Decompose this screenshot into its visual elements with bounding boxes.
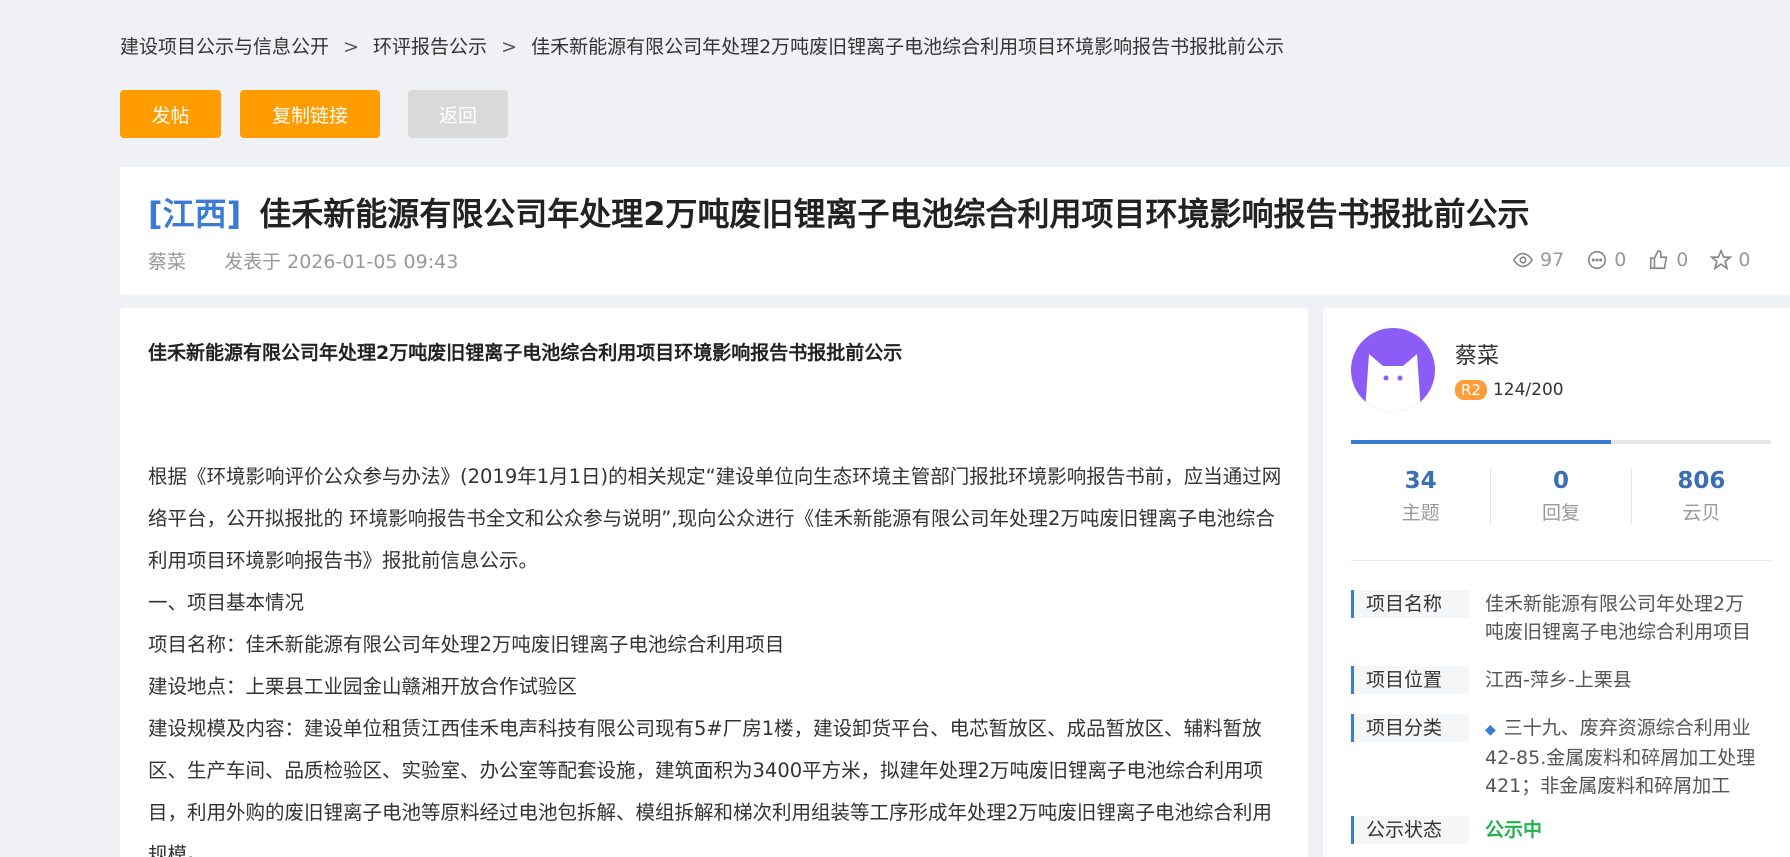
count-number: 0 (1552, 468, 1569, 494)
info-value: ◆ 三十九、废弃资源综合利用业42-85.金属废料和碎屑加工处理421；非金属废料… (1469, 714, 1759, 798)
status-value: 公示中 (1485, 819, 1543, 841)
info-label: 项目位置 (1351, 666, 1469, 694)
count-label: 主题 (1401, 502, 1440, 524)
post-title: [江西] 佳禾新能源有限公司年处理2万吨废旧锂离子电池综合利用项目环境影响报告书报… (148, 189, 1530, 235)
info-row-status: 公示状态 公示中 (1351, 816, 1790, 844)
favorites-stat[interactable]: 0 (1710, 249, 1750, 271)
info-label: 项目分类 (1351, 714, 1469, 742)
author-name[interactable]: 蔡菜 (148, 251, 186, 273)
author-sidebar: 蔡菜 R2 124/200 34 主题 0 回复 806 云贝 项目名称 佳禾新… (1323, 308, 1790, 857)
comments-stat[interactable]: 0 (1586, 249, 1626, 271)
level-progress-fill (1351, 440, 1612, 444)
user-level: R2 124/200 (1455, 380, 1564, 400)
breadcrumb-item-public-info[interactable]: 建设项目公示与信息公开 (120, 36, 329, 58)
info-row-project-name: 项目名称 佳禾新能源有限公司年处理2万吨废旧锂离子电池综合利用项目 (1351, 590, 1790, 646)
count-replies[interactable]: 0 回复 (1491, 468, 1632, 525)
comment-icon (1588, 250, 1607, 270)
post-title-text: 佳禾新能源有限公司年处理2万吨废旧锂离子电池综合利用项目环境影响报告书报批前公示 (259, 195, 1530, 233)
user-counts: 34 主题 0 回复 806 云贝 (1351, 468, 1771, 525)
article-content: 佳禾新能源有限公司年处理2万吨废旧锂离子电池综合利用项目环境影响报告书报批前公示… (120, 308, 1308, 857)
article-paragraph: 根据《环境影响评价公众参与办法》(2019年1月1日)的相关规定“建设单位向生态… (148, 465, 1282, 572)
info-label: 公示状态 (1351, 816, 1469, 844)
eye-icon (1512, 252, 1534, 268)
post-meta: 蔡菜 发表于 2026-01-05 09:43 (148, 247, 458, 274)
category-text: 三十九、废弃资源综合利用业42-85.金属废料和碎屑加工处理421；非金属废料和… (1485, 717, 1756, 797)
level-badge: R2 (1455, 380, 1487, 400)
copy-link-button[interactable]: 复制链接 (240, 90, 380, 138)
article-body: 根据《环境影响评价公众参与办法》(2019年1月1日)的相关规定“建设单位向生态… (148, 456, 1288, 857)
count-coins[interactable]: 806 云贝 (1632, 468, 1771, 525)
sidebar-username[interactable]: 蔡菜 (1455, 338, 1499, 370)
comments-count: 0 (1614, 249, 1627, 271)
breadcrumb-separator: > (343, 36, 359, 58)
article-paragraph: 建设地点：上栗县工业园金山赣湘开放合作试验区 (148, 675, 578, 698)
info-value: 佳禾新能源有限公司年处理2万吨废旧锂离子电池综合利用项目 (1485, 593, 1752, 643)
breadcrumb-separator: > (501, 36, 518, 58)
article-paragraph: 项目名称：佳禾新能源有限公司年处理2万吨废旧锂离子电池综合利用项目 (148, 633, 785, 656)
publish-time: 发表于 2026-01-05 09:43 (224, 251, 459, 273)
article-heading: 佳禾新能源有限公司年处理2万吨废旧锂离子电池综合利用项目环境影响报告书报批前公示 (148, 342, 903, 364)
region-tag[interactable]: [江西] (148, 195, 241, 233)
count-topics[interactable]: 34 主题 (1351, 468, 1492, 525)
info-value: 江西-萍乡-上栗县 (1485, 669, 1632, 691)
views-stat: 97 (1512, 249, 1564, 271)
count-label: 云贝 (1682, 502, 1721, 524)
breadcrumb-item-current: 佳禾新能源有限公司年处理2万吨废旧锂离子电池综合利用项目环境影响报告书报批前公示 (531, 36, 1285, 58)
thumbs-up-icon (1650, 250, 1668, 270)
avatar[interactable] (1351, 328, 1435, 412)
divider (1351, 560, 1771, 561)
diamond-bullet-icon: ◆ (1485, 722, 1496, 738)
count-number: 806 (1677, 468, 1726, 494)
breadcrumb: 建设项目公示与信息公开 > 环评报告公示 > 佳禾新能源有限公司年处理2万吨废旧… (120, 32, 1284, 59)
likes-stat[interactable]: 0 (1648, 249, 1688, 271)
favorites-count: 0 (1738, 249, 1751, 271)
article-paragraph: 一、项目基本情况 (148, 591, 305, 614)
level-progress-text: 124/200 (1492, 380, 1564, 400)
info-row-project-location: 项目位置 江西-萍乡-上栗县 (1351, 666, 1790, 694)
star-icon (1710, 249, 1733, 271)
breadcrumb-item-eia-reports[interactable]: 环评报告公示 (373, 36, 487, 58)
post-stats: 97 0 0 0 (1512, 249, 1750, 271)
count-number: 34 (1404, 468, 1437, 494)
post-button[interactable]: 发帖 (120, 90, 221, 138)
info-row-project-category: 项目分类 ◆ 三十九、废弃资源综合利用业42-85.金属废料和碎屑加工处理421；… (1351, 714, 1790, 798)
level-progress-bar (1351, 440, 1771, 444)
views-count: 97 (1540, 249, 1565, 271)
back-button[interactable]: 返回 (408, 90, 508, 138)
article-paragraph: 建设规模及内容：建设单位租赁江西佳禾电声科技有限公司现有5#厂房1楼，建设卸货平… (148, 717, 1272, 857)
post-header: [江西] 佳禾新能源有限公司年处理2万吨废旧锂离子电池综合利用项目环境影响报告书报… (120, 167, 1790, 295)
info-label: 项目名称 (1351, 590, 1469, 618)
cat-avatar-icon (1365, 354, 1421, 412)
count-label: 回复 (1541, 502, 1580, 524)
likes-count: 0 (1676, 249, 1689, 271)
